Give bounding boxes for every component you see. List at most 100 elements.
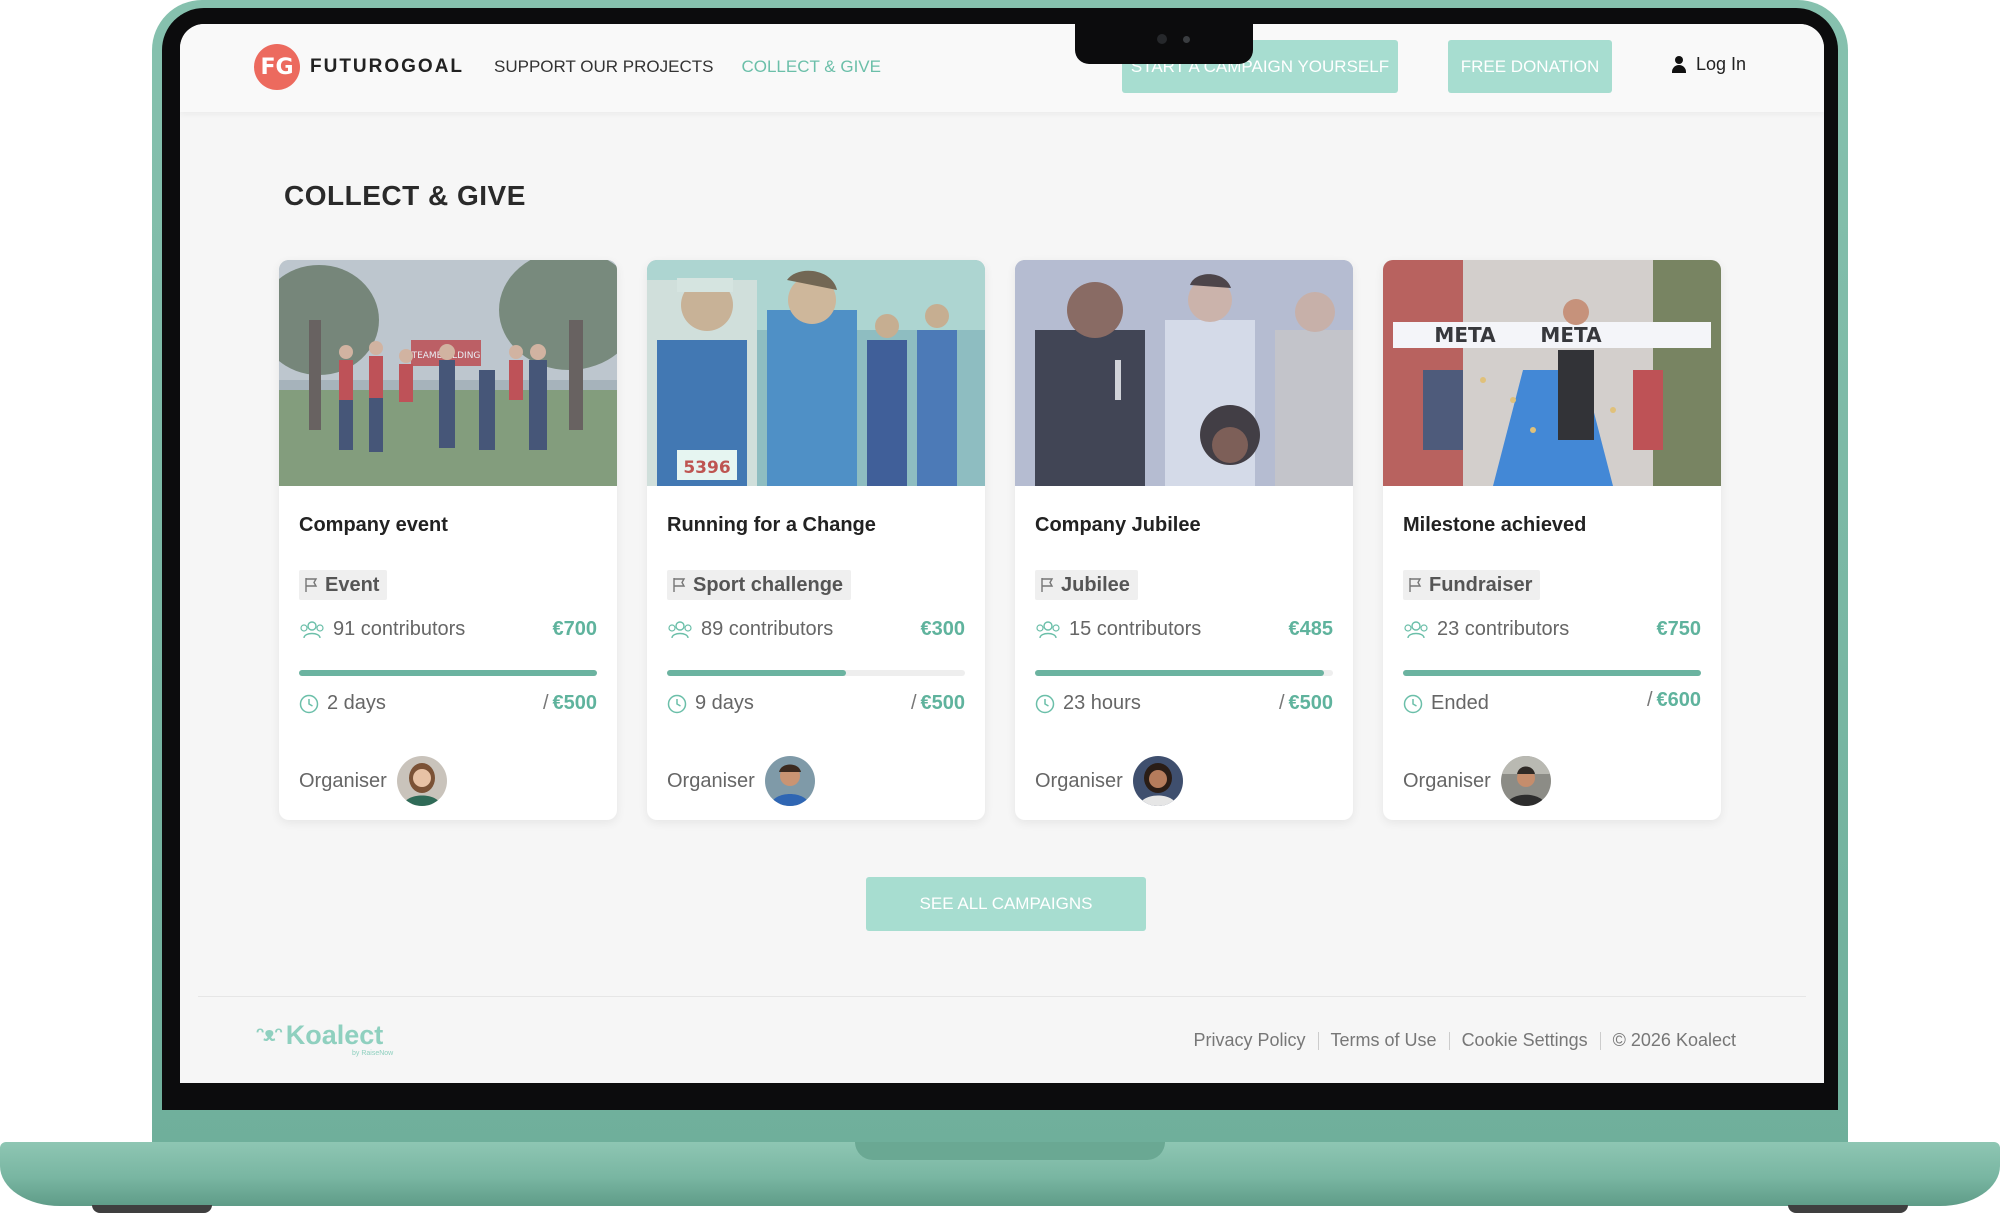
campaign-card[interactable]: Company Jubilee Jubilee 15 contributors … (1015, 260, 1353, 820)
campaign-tag-label: Jubilee (1061, 573, 1130, 596)
futurogoal-logo-icon: FG (254, 44, 300, 90)
organiser-avatar[interactable] (396, 756, 447, 806)
campaign-tag-label: Event (325, 573, 380, 596)
nav-collect-give[interactable]: COLLECT & GIVE (741, 57, 881, 77)
organiser: Organiser (1035, 756, 1183, 806)
campaign-tag-label: Fundraiser (1429, 573, 1533, 596)
footer-separator (1317, 1031, 1319, 1050)
see-all-campaigns-button[interactable]: SEE ALL CAMPAIGNS (866, 877, 1146, 931)
flag-icon (1409, 578, 1422, 592)
contributors-row: 23 contributors €750 (1403, 618, 1701, 641)
campaign-tag: Event (299, 570, 388, 600)
page-title: COLLECT & GIVE (284, 180, 526, 211)
time-remaining: 23 hours (1063, 692, 1141, 714)
contributors-icon (1036, 620, 1060, 638)
laptop-foot-left (92, 1205, 212, 1213)
footer-divider (198, 996, 1806, 997)
organiser-label: Organiser (299, 769, 387, 792)
contributors-count: 23 contributors (1437, 618, 1570, 640)
contributors-count: 91 contributors (333, 618, 466, 640)
cookie-settings-link[interactable]: Cookie Settings (1462, 1030, 1588, 1051)
camera-notch (1075, 8, 1253, 64)
camera-lens (1157, 34, 1167, 44)
campaign-title[interactable]: Running for a Change (667, 514, 876, 537)
contributors-row: 91 contributors €700 (299, 618, 597, 641)
footer-links: Privacy Policy Terms of Use Cookie Setti… (1194, 1030, 1737, 1051)
campaign-tag: Jubilee (1035, 570, 1138, 600)
organiser-label: Organiser (667, 769, 755, 792)
time-row: 23 hours / €500 (1035, 692, 1333, 715)
browser-screen: FG FUTUROGOAL SUPPORT OUR PROJECTS COLLE… (180, 24, 1824, 1083)
brand-logo[interactable]: FG FUTUROGOAL (254, 44, 464, 90)
campaign-card[interactable]: META META Milestone achieved Fundraiser … (1383, 260, 1721, 820)
contributors-icon (668, 620, 692, 638)
user-icon (1672, 55, 1686, 74)
organiser: Organiser (299, 756, 447, 806)
amount-raised: €700 (552, 618, 598, 640)
login-link[interactable]: Log In (1672, 54, 1746, 75)
campaign-image: META META (1383, 260, 1721, 486)
time-row: 9 days / €500 (667, 692, 965, 715)
site-header: FG FUTUROGOAL SUPPORT OUR PROJECTS COLLE… (180, 24, 1824, 112)
footer-separator (1599, 1031, 1601, 1050)
time-remaining: Ended (1431, 692, 1489, 714)
privacy-policy-link[interactable]: Privacy Policy (1194, 1030, 1306, 1051)
amount-raised: €300 (920, 618, 966, 640)
organiser-avatar[interactable] (1132, 756, 1183, 806)
nav-support-projects[interactable]: SUPPORT OUR PROJECTS (494, 57, 713, 77)
progress-bar (299, 670, 597, 676)
campaign-tag: Sport challenge (667, 570, 852, 600)
laptop-opening-groove (855, 1142, 1165, 1160)
koalect-logo-icon: ᵔᴥᵔ (256, 1024, 283, 1046)
organiser: Organiser (1403, 756, 1551, 806)
campaign-tag-label: Sport challenge (693, 573, 844, 596)
time-remaining: 9 days (695, 692, 754, 714)
laptop-foot-right (1788, 1205, 1908, 1213)
goal-amount: €500 (920, 692, 966, 714)
clock-icon (1403, 694, 1423, 713)
terms-of-use-link[interactable]: Terms of Use (1331, 1030, 1437, 1051)
campaign-image: TEAMBUILDING (279, 260, 617, 486)
amount-raised: €485 (1288, 618, 1334, 640)
campaign-card[interactable]: 5396 Running for a Change Sport challeng… (647, 260, 985, 820)
campaign-tag: Fundraiser (1403, 570, 1541, 600)
campaign-title[interactable]: Company Jubilee (1035, 514, 1201, 537)
amount-raised: €750 (1656, 618, 1702, 640)
login-label: Log In (1696, 54, 1747, 74)
contributors-count: 15 contributors (1069, 618, 1202, 640)
contributors-count: 89 contributors (701, 618, 834, 640)
goal-separator: / (542, 692, 549, 714)
free-donation-button[interactable]: FREE DONATION (1448, 40, 1612, 93)
goal-amount: €600 (1656, 689, 1702, 711)
time-remaining: 2 days (327, 692, 386, 714)
koalect-name: Koalect (285, 1020, 384, 1050)
koalect-logo[interactable]: ᵔᴥᵔ Koalect by RaiseNow (256, 1020, 393, 1057)
progress-bar (667, 670, 965, 676)
time-row: 2 days / €500 (299, 692, 597, 715)
goal-separator: / (1278, 692, 1285, 714)
campaign-card[interactable]: TEAMBUILDING Company event (279, 260, 617, 820)
goal-separator: / (1646, 689, 1653, 711)
organiser-avatar[interactable] (1500, 756, 1551, 806)
contributors-row: 89 contributors €300 (667, 618, 965, 641)
contributors-icon (300, 620, 324, 638)
progress-bar (1403, 670, 1701, 676)
goal-amount: €500 (1288, 692, 1334, 714)
clock-icon (1035, 694, 1055, 713)
contributors-row: 15 contributors €485 (1035, 618, 1333, 641)
goal-amount-wrap: / €500 (911, 692, 965, 715)
campaign-image (1015, 260, 1353, 486)
copyright-text: © 2026 Koalect (1612, 1030, 1736, 1050)
brand-name: FUTUROGOAL (310, 56, 465, 77)
campaign-image: 5396 (647, 260, 985, 486)
koalect-subtitle: by RaiseNow (352, 1050, 394, 1057)
goal-amount-wrap: / €500 (1279, 692, 1333, 715)
campaign-title[interactable]: Company event (299, 514, 448, 537)
flag-icon (305, 578, 318, 592)
goal-separator: / (910, 692, 917, 714)
organiser-label: Organiser (1035, 769, 1123, 792)
organiser-avatar[interactable] (764, 756, 815, 806)
footer-separator (1448, 1031, 1450, 1050)
goal-amount-wrap: / €500 (543, 692, 597, 715)
campaign-title[interactable]: Milestone achieved (1403, 514, 1586, 537)
